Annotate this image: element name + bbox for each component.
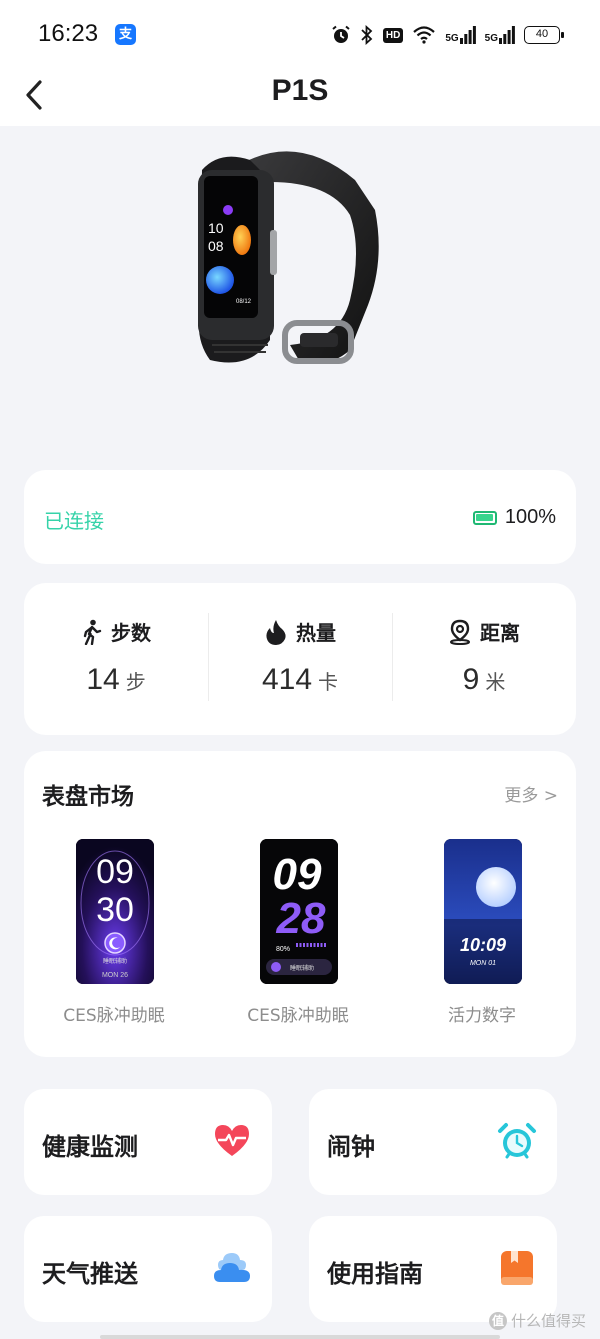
battery-icon: 40 [524,26,564,44]
battery-percent: 100% [504,506,556,528]
dial-minute: 30 [96,891,134,929]
network-type-label: 5G [484,33,498,44]
dial-market-title: 表盘市场 [42,784,134,810]
alarm-tile[interactable]: 闹钟 [309,1089,557,1195]
more-link[interactable]: 更多 > [504,781,558,806]
device-screen-min: 08 [208,238,224,254]
stat-unit: 步 [125,670,146,694]
band-device-image: 10 08 08/12 [198,151,379,364]
connection-status: 已连接 [44,509,104,533]
signal-bars-icon [459,26,476,44]
signal-bars-icon [499,26,515,44]
stat-distance: 距离 9 米 [392,583,576,735]
tile-label: 使用指南 [327,1260,423,1288]
weather-push-tile[interactable]: 天气推送 [24,1216,272,1322]
tile-label: 天气推送 [42,1260,138,1288]
status-time: 16:23 [38,20,99,47]
cloud-icon [214,1253,250,1282]
alarm-icon [332,25,350,43]
device-screen-date: 08/12 [236,299,252,305]
activity-stats-card[interactable]: 步数 14 步 热量 414 卡 距离 9 米 [24,583,576,735]
stat-unit: 米 [485,670,506,694]
wifi-icon [413,26,436,44]
dial-item[interactable]: 09 28 80% 睡眠辅助 CES脉冲助眠 [218,839,378,1039]
stat-label: 距离 [480,621,520,645]
stat-calories: 热量 414 卡 [208,583,392,735]
dial-preview-image: 09 30 睡眠辅助 MON 26 [76,839,154,984]
connection-card: 已连接 100% [24,470,576,564]
dial-preview-image: 10:09 MON 01 [444,839,522,984]
alipay-app-icon: 支 [115,24,136,45]
alarm-clock-icon [498,1123,536,1159]
stat-unit: 卡 [318,670,339,694]
dial-name: CES脉冲助眠 [63,1006,165,1026]
home-indicator [100,1335,500,1339]
flame-icon [266,619,286,645]
dial-sub-label: 睡眠辅助 [290,964,314,972]
dial-date: MON 01 [470,960,496,967]
dial-minute: 28 [276,894,326,943]
bluetooth-icon [361,25,373,45]
watermark-logo: 值 [488,1311,507,1330]
status-icons: HD 5G 5G 40 [331,22,564,48]
tile-label: 健康监测 [42,1133,138,1161]
stat-label: 热量 [296,621,336,645]
dial-name: CES脉冲助眠 [247,1006,349,1026]
user-guide-tile[interactable]: 使用指南 [309,1216,557,1322]
watermark: 值 什么值得买 [488,1310,586,1331]
stat-value: 9 [462,663,480,696]
walking-icon [83,619,102,645]
stat-label: 步数 [111,621,151,645]
dial-time: 10:09 [460,935,506,955]
dial-date: MON 26 [102,972,128,979]
dial-hour: 09 [96,853,134,891]
heart-rate-icon [215,1125,249,1156]
dial-preview-image: 09 28 80% 睡眠辅助 [260,839,338,984]
dial-item[interactable]: 09 30 睡眠辅助 MON 26 CES脉冲助眠 [34,839,194,1039]
health-monitor-tile[interactable]: 健康监测 [24,1089,272,1195]
nav-bar: P1S [0,64,600,126]
dial-hour: 09 [273,850,322,899]
dial-item[interactable]: 10:09 MON 01 活力数字 [402,839,562,1039]
location-pin-icon [450,619,470,645]
network-type-label: 5G [445,33,459,44]
dial-battery: 80% [276,946,290,953]
dial-market-card: 表盘市场 更多 > 09 30 睡眠辅助 MON 26 CES脉冲助眠 09 2… [24,751,576,1057]
device-battery: 100% [472,506,556,529]
guide-book-icon [501,1251,533,1285]
dial-sub-label: 睡眠辅助 [103,957,127,965]
watermark-text: 什么值得买 [510,1312,586,1330]
stat-value: 14 [86,663,120,696]
hd-voice-badge: HD [382,27,404,43]
stat-steps: 步数 14 步 [24,583,208,735]
device-screen-hour: 10 [208,220,224,236]
dial-name: 活力数字 [448,1006,516,1026]
status-bar: 16:23 支 HD 5G 5G 40 [0,0,600,64]
signal-2: 5G [485,26,515,44]
page-title: P1S [271,74,329,107]
signal-1: 5G [445,26,476,44]
stat-value: 414 [261,663,313,696]
tile-label: 闹钟 [327,1133,375,1161]
battery-full-icon [472,510,497,525]
